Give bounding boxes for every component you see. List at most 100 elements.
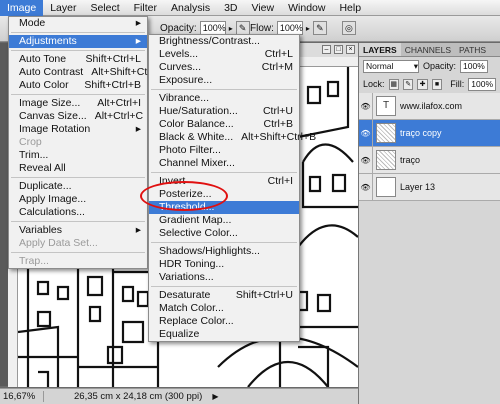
- adjustments-menu-item[interactable]: Exposure...: [149, 74, 299, 87]
- layer-opacity-input[interactable]: 100%: [460, 59, 488, 73]
- image-menu-item[interactable]: Image Size... Alt+Ctrl+I: [9, 97, 147, 110]
- lock-label: Lock:: [363, 79, 385, 89]
- menu-separator: [11, 252, 145, 253]
- adjustments-menu-item[interactable]: Color Balance... Ctrl+B: [149, 118, 299, 131]
- menu-separator: [151, 286, 297, 287]
- menu-separator: [11, 32, 145, 33]
- adjustments-menu-item[interactable]: Vibrance...: [149, 92, 299, 105]
- menu-layer[interactable]: Layer: [43, 0, 83, 16]
- adjustments-menu-item[interactable]: Black & White... Alt+Shift+Ctrl+B: [149, 131, 316, 144]
- adjustments-menu-item[interactable]: Channel Mixer...: [149, 157, 299, 170]
- image-menu-item-label: Duplicate...: [19, 180, 72, 192]
- submenu-arrow-icon: ▸: [135, 224, 141, 236]
- image-menu-item[interactable]: Calculations...: [9, 206, 147, 219]
- adjustments-menu-item[interactable]: Shadows/Highlights...: [149, 245, 299, 258]
- menu-window[interactable]: Window: [281, 0, 332, 16]
- menu-separator: [151, 172, 297, 173]
- image-menu: Mode ▸ Adjustments ▸ Auto Tone Shift+Ctrl+L Au…: [8, 16, 165, 269]
- adjustments-menu-item[interactable]: Match Color...: [149, 302, 299, 315]
- adjustments-menu-item[interactable]: Desaturate Shift+Ctrl+U: [149, 289, 299, 302]
- adjustments-menu-item[interactable]: Equalize: [149, 328, 299, 341]
- opacity-dropdown-icon[interactable]: ▸: [229, 24, 233, 33]
- fill-input[interactable]: 100%: [468, 77, 497, 91]
- tablet-opacity-icon[interactable]: ◎: [341, 21, 356, 35]
- adjustments-menu-item-label: Black & White...: [159, 131, 234, 143]
- adjustments-menu-item[interactable]: Curves... Ctrl+M: [149, 61, 299, 74]
- visibility-eye-icon[interactable]: 👁: [359, 173, 373, 201]
- image-menu-item[interactable]: Trim...: [9, 149, 147, 162]
- document-window-controls: – □ ×: [300, 43, 358, 57]
- adjustments-menu-item[interactable]: Brightness/Contrast...: [149, 35, 299, 48]
- adjustments-menu-item[interactable]: HDR Toning...: [149, 258, 299, 271]
- pressure-icon[interactable]: ✎: [312, 21, 327, 35]
- menu-separator: [11, 177, 145, 178]
- layer-name: traço copy: [400, 128, 442, 138]
- image-menu-item[interactable]: Image Rotation ▸: [9, 123, 147, 136]
- layer-thumbnail: [376, 123, 396, 143]
- layers-panel: LAYERS CHANNELS PATHS Normal ▾ Opacity: 1…: [358, 43, 500, 404]
- visibility-eye-icon[interactable]: 👁: [359, 92, 373, 120]
- image-menu-item[interactable]: Reveal All: [9, 162, 147, 175]
- airbrush-icon[interactable]: ✎: [235, 21, 250, 35]
- adjustments-menu-item[interactable]: Variations...: [149, 271, 299, 284]
- image-menu-item[interactable]: Mode ▸: [9, 17, 147, 30]
- visibility-eye-icon[interactable]: 👁: [359, 119, 373, 147]
- blend-mode-select[interactable]: Normal ▾: [363, 59, 419, 73]
- status-menu-arrow-icon[interactable]: ▶: [212, 392, 218, 401]
- menu-image[interactable]: Image: [0, 0, 44, 16]
- flow-input[interactable]: 100%: [276, 21, 303, 35]
- lock-transparency-icon[interactable]: ▦: [388, 78, 399, 90]
- adjustments-menu-item[interactable]: Hue/Saturation... Ctrl+U: [149, 105, 299, 118]
- menu-filter[interactable]: Filter: [127, 0, 164, 16]
- opacity-input[interactable]: 100%: [199, 21, 226, 35]
- tab-paths[interactable]: PATHS: [455, 43, 490, 56]
- menu-analysis[interactable]: Analysis: [164, 0, 217, 16]
- image-menu-item-label: Auto Color: [19, 79, 69, 91]
- zoom-level[interactable]: 16,67%: [0, 391, 44, 402]
- adjustments-menu-item-label: Desaturate: [159, 289, 211, 301]
- fill-label: Fill:: [450, 79, 465, 89]
- adjustments-menu-item[interactable]: Gradient Map...: [149, 214, 299, 227]
- menu-separator: [151, 89, 297, 90]
- image-menu-item[interactable]: Auto Color Shift+Ctrl+B: [9, 79, 147, 92]
- adjustments-menu-item-shortcut: Ctrl+B: [263, 118, 293, 130]
- close-icon[interactable]: ×: [346, 45, 355, 54]
- image-menu-item[interactable]: Auto Contrast Alt+Shift+Ctrl+L: [9, 66, 165, 79]
- image-menu-item[interactable]: Auto Tone Shift+Ctrl+L: [9, 53, 147, 66]
- tab-channels[interactable]: CHANNELS: [401, 43, 455, 56]
- visibility-eye-icon[interactable]: 👁: [359, 146, 373, 174]
- layer-row[interactable]: 👁 traço: [359, 146, 500, 174]
- adjustments-menu-item[interactable]: Selective Color...: [149, 227, 299, 240]
- menu-3d[interactable]: 3D: [217, 0, 244, 16]
- lock-position-icon[interactable]: ✚: [417, 78, 428, 90]
- image-menu-item[interactable]: Adjustments ▸: [9, 35, 147, 48]
- text-layer-thumbnail: T: [376, 96, 396, 116]
- tab-layers[interactable]: LAYERS: [359, 43, 401, 56]
- blend-mode-value: Normal: [366, 60, 394, 71]
- menu-view[interactable]: View: [245, 0, 282, 16]
- lock-all-icon[interactable]: ■: [431, 78, 443, 90]
- layer-row[interactable]: 👁 Layer 13: [359, 173, 500, 201]
- image-menu-item-label: Adjustments: [19, 35, 77, 47]
- flow-dropdown-icon[interactable]: ▸: [306, 24, 310, 33]
- adjustments-menu-item-shortcut: Ctrl+M: [261, 61, 293, 73]
- adjustments-menu-item[interactable]: Levels... Ctrl+L: [149, 48, 299, 61]
- submenu-arrow-icon: ▸: [135, 35, 141, 47]
- lock-pixels-icon[interactable]: ✎: [402, 78, 414, 90]
- minimize-icon[interactable]: –: [322, 45, 331, 54]
- layer-row[interactable]: 👁 traço copy: [359, 119, 500, 147]
- menu-select[interactable]: Select: [83, 0, 126, 16]
- layer-name: www.ilafox.com: [400, 101, 463, 111]
- adjustments-menu-item[interactable]: Replace Color...: [149, 315, 299, 328]
- adjustments-menu-item[interactable]: Photo Filter...: [149, 144, 299, 157]
- layer-row[interactable]: 👁 Twww.ilafox.com: [359, 92, 500, 120]
- image-menu-item[interactable]: Apply Image...: [9, 193, 147, 206]
- image-menu-item-label: Mode: [19, 17, 46, 29]
- menu-separator: [11, 50, 145, 51]
- maximize-icon[interactable]: □: [334, 45, 343, 54]
- menu-help[interactable]: Help: [332, 0, 368, 16]
- image-menu-item[interactable]: Variables ▸: [9, 224, 147, 237]
- image-menu-item[interactable]: Canvas Size... Alt+Ctrl+C: [9, 110, 147, 123]
- image-menu-item-label: Image Size...: [19, 97, 81, 109]
- image-menu-item[interactable]: Duplicate...: [9, 180, 147, 193]
